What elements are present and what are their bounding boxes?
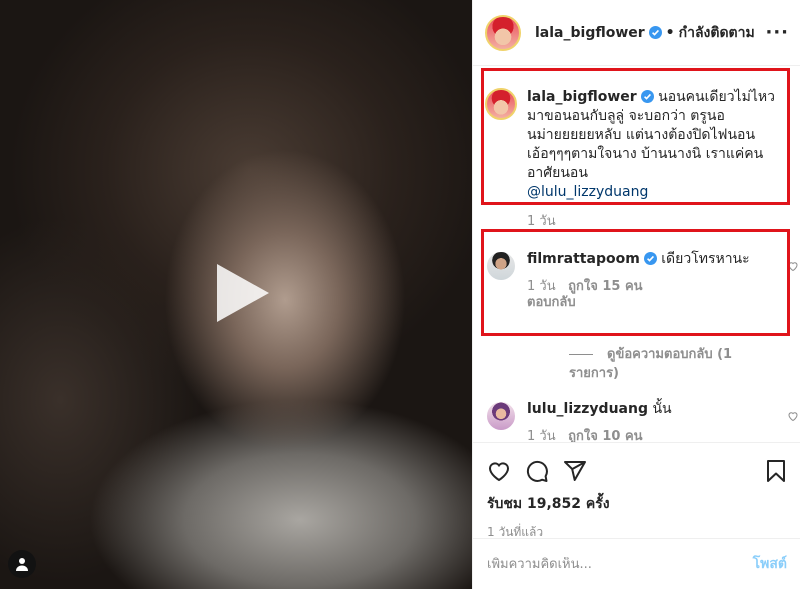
share-icon[interactable]	[563, 459, 587, 483]
post-actions: รับชม 19,852 ครั้ง 1 วันที่แล้ว	[473, 442, 800, 542]
caption-avatar[interactable]	[485, 88, 517, 120]
comment-icon[interactable]	[525, 459, 549, 483]
header-separator: •	[665, 24, 675, 41]
comment-text: นั้น	[652, 401, 672, 417]
post-header: lala_bigflower • กำลังติดตาม ···	[473, 0, 800, 66]
view-replies-label: ดูข้อความตอบกลับ (1 รายการ)	[569, 347, 733, 381]
video-player[interactable]	[0, 0, 472, 589]
heart-icon[interactable]	[787, 260, 799, 272]
post-side-panel: lala_bigflower • กำลังติดตาม ··· lala_bi…	[472, 0, 800, 589]
comment-likes[interactable]: ถูกใจ 15 คน	[568, 279, 642, 294]
comment-time[interactable]: 1 วัน	[527, 429, 556, 442]
heart-icon[interactable]	[787, 410, 799, 422]
bookmark-icon[interactable]	[765, 459, 787, 483]
more-icon[interactable]: ···	[765, 22, 789, 43]
caption-username[interactable]: lala_bigflower	[527, 89, 637, 105]
comment-time[interactable]: 1 วัน	[527, 279, 556, 294]
comment-item: filmrattapoom เดียวโทรหานะ 1 วัน ถูกใจ 1…	[485, 250, 798, 311]
comment-avatar[interactable]	[485, 400, 517, 432]
verified-icon	[640, 90, 654, 103]
comment-item: lulu_lizzyduang นั้น 1 วัน ถูกใจ 10 คน	[485, 400, 798, 442]
caption: lala_bigflower นอนคนเดียวไม่ไหว มาขอนอนก…	[485, 88, 785, 230]
user-tag-icon[interactable]	[8, 550, 36, 578]
comment-avatar[interactable]	[485, 250, 517, 282]
verified-icon	[643, 252, 657, 265]
heart-icon[interactable]	[487, 459, 511, 483]
play-icon[interactable]	[203, 258, 273, 328]
caption-time[interactable]: 1 วัน	[527, 214, 556, 229]
comment-username[interactable]: lulu_lizzyduang	[527, 401, 648, 417]
comment-likes[interactable]: ถูกใจ 10 คน	[568, 429, 642, 442]
avatar[interactable]	[485, 14, 521, 51]
view-count[interactable]: รับชม 19,852 ครั้ง	[487, 493, 787, 515]
comment-username[interactable]: filmrattapoom	[527, 251, 640, 267]
view-replies-button[interactable]: ดูข้อความตอบกลับ (1 รายการ)	[569, 345, 779, 383]
comment-clip: lulu_lizzyduang นั้น 1 วัน ถูกใจ 10 คน	[473, 396, 800, 442]
header-username[interactable]: lala_bigflower	[535, 25, 645, 41]
add-comment-bar: โพสต์	[473, 538, 800, 589]
post-button[interactable]: โพสต์	[753, 553, 787, 575]
reply-button[interactable]: ตอบกลับ	[527, 295, 576, 310]
following-button[interactable]: กำลังติดตาม	[679, 22, 755, 44]
verified-icon	[648, 26, 662, 39]
mention-link[interactable]: @lulu_lizzyduang	[527, 184, 648, 200]
comment-input[interactable]	[487, 556, 753, 572]
replies-divider	[569, 354, 593, 355]
comment-text: เดียวโทรหานะ	[661, 251, 750, 267]
